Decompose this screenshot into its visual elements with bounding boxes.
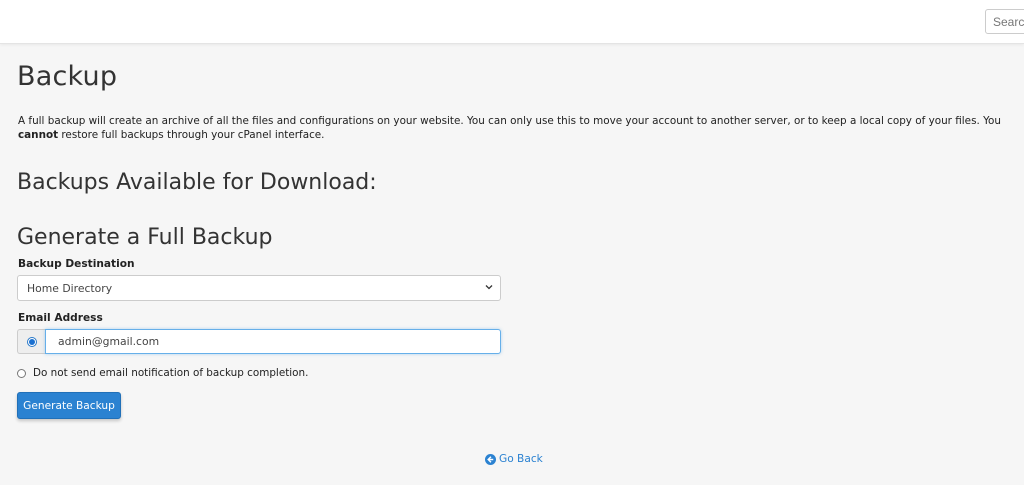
email-address-label: Email Address (18, 312, 103, 324)
backups-available-heading: Backups Available for Download: (17, 170, 377, 195)
email-option-radio[interactable] (17, 329, 45, 354)
no-email-option[interactable]: Do not send email notification of backup… (17, 366, 308, 380)
chevron-down-icon (485, 285, 493, 290)
go-back-label: Go Back (499, 453, 543, 465)
intro-emphasis: cannot (18, 129, 59, 141)
email-address-input[interactable]: admin@gmail.com (45, 329, 501, 354)
arrow-left-circle-icon (485, 453, 496, 465)
search-input[interactable]: Search (985, 9, 1024, 34)
no-email-radio[interactable] (17, 368, 26, 378)
go-back-link[interactable]: Go Back (485, 452, 543, 466)
generate-backup-button[interactable]: Generate Backup (17, 392, 121, 419)
page-title: Backup (17, 61, 118, 92)
generate-full-backup-heading: Generate a Full Backup (17, 225, 273, 250)
backup-destination-select[interactable]: Home Directory (17, 275, 501, 301)
radio-selected-icon (26, 336, 37, 347)
backup-destination-value: Home Directory (27, 282, 113, 295)
backup-destination-label: Backup Destination (18, 258, 135, 270)
no-email-option-label: Do not send email notification of backup… (33, 367, 309, 379)
email-address-group: admin@gmail.com (17, 329, 501, 354)
top-bar: Search (0, 0, 1024, 44)
intro-text: A full backup will create an archive of … (18, 115, 1001, 141)
